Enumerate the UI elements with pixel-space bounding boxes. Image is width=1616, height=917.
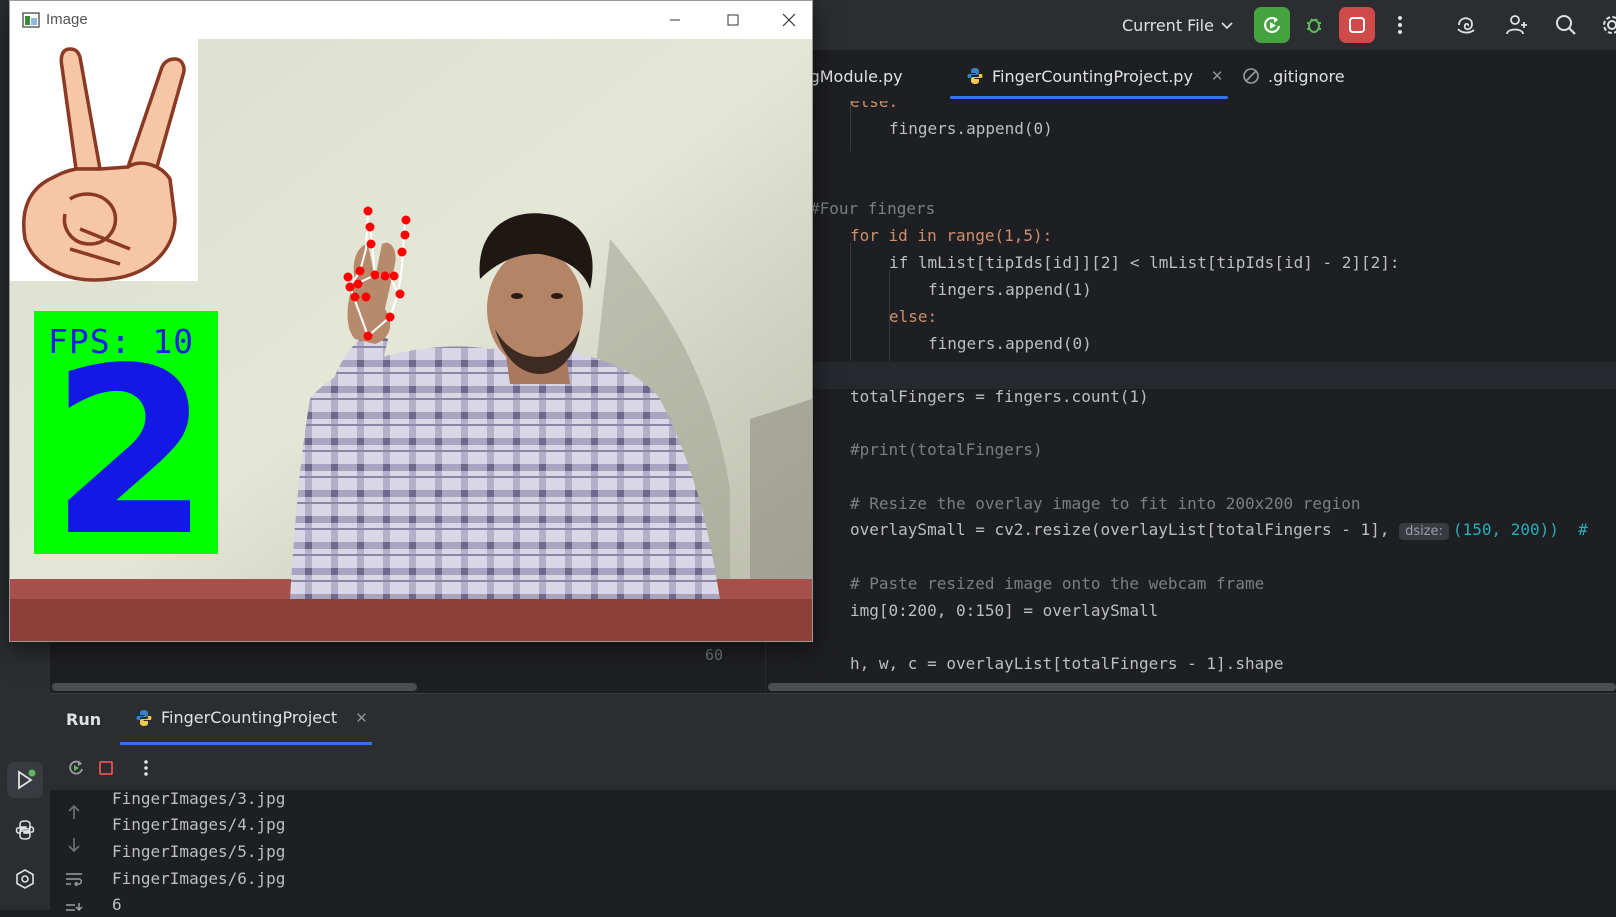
run-panel-header: Run FingerCountingProject ✕ xyxy=(50,694,1616,746)
inlay-parameter-hint: dsize: xyxy=(1399,523,1449,540)
add-user-button[interactable] xyxy=(1499,7,1535,43)
ignored-file-icon xyxy=(1243,68,1259,84)
arrow-down-icon xyxy=(68,838,80,853)
settings-icon xyxy=(1603,16,1616,34)
soft-wrap-icon xyxy=(66,873,82,887)
finger-count-value: 2 xyxy=(50,320,211,587)
opencv-image-window[interactable]: Image FPS: 10 2 xyxy=(9,0,813,642)
stop-icon xyxy=(99,761,113,775)
close-button[interactable] xyxy=(766,5,812,35)
ai-assistant-icon xyxy=(1457,17,1475,34)
packages-icon xyxy=(16,869,34,889)
settings-button[interactable] xyxy=(1594,7,1616,43)
more-actions-button[interactable] xyxy=(1382,7,1418,43)
close-tab-icon[interactable]: ✕ xyxy=(355,709,368,727)
code-line: fingers.append(1) xyxy=(928,280,1092,299)
rerun-icon xyxy=(1264,16,1281,33)
scroll-to-end-icon xyxy=(66,903,83,912)
console-line: FingerImages/6.jpg xyxy=(112,869,286,888)
code-line: if lmList[tipIds[id]][2] < lmList[tipIds… xyxy=(889,253,1400,272)
code-line: # Paste resized image onto the webcam fr… xyxy=(850,574,1265,593)
python-icon xyxy=(15,820,35,840)
more-actions-button[interactable] xyxy=(132,754,160,782)
app-icon xyxy=(22,12,40,28)
horizontal-scrollbar[interactable] xyxy=(52,683,417,691)
code-line: # Resize the overlay image to fit into 2… xyxy=(850,494,1361,513)
run-tab-label: FingerCountingProject xyxy=(161,708,338,727)
stop-icon xyxy=(1349,17,1365,33)
python-file-icon xyxy=(136,709,152,726)
code-line: totalFingers = fingers.count(1) xyxy=(850,387,1149,406)
maximize-icon xyxy=(727,14,739,26)
code-line: else: xyxy=(889,307,938,326)
ai-assistant-button[interactable] xyxy=(1449,7,1485,43)
code-line: #print(totalFingers) xyxy=(850,440,1043,459)
search-icon xyxy=(1556,15,1576,35)
horizontal-scrollbar[interactable] xyxy=(768,683,1616,691)
code-line: #Four fingers xyxy=(810,199,936,218)
stop-button[interactable] xyxy=(92,754,120,782)
tab-label: .gitignore xyxy=(1268,66,1345,86)
close-tab-icon[interactable]: ✕ xyxy=(1211,67,1224,85)
maximize-button[interactable] xyxy=(710,5,756,35)
code-segment: overlaySmall = cv2.resize(overlayList[to… xyxy=(850,520,1390,539)
active-tab-indicator xyxy=(120,742,372,745)
more-vertical-icon xyxy=(1398,16,1402,34)
run-tool-window: Run FingerCountingProject ✕ FingerImages… xyxy=(50,693,1616,914)
more-vertical-icon xyxy=(144,760,148,776)
webcam-frame: FPS: 10 2 xyxy=(10,39,812,641)
console-line: FingerImages/5.jpg xyxy=(112,842,286,861)
window-title: Image xyxy=(46,11,88,28)
console-line: 6 xyxy=(112,895,122,914)
rerun-button[interactable] xyxy=(62,754,90,782)
python-packages-button[interactable] xyxy=(7,862,43,898)
code-segment: (150, 200)) # xyxy=(1452,520,1588,539)
code-line: for id in range(1,5): xyxy=(850,226,1053,245)
rerun-button[interactable] xyxy=(1254,7,1290,43)
window-titlebar[interactable]: Image xyxy=(10,1,812,39)
code-area: else: fingers.append(0) #Four fingers fo… xyxy=(810,101,1616,691)
debug-button[interactable] xyxy=(1296,7,1332,43)
tab-finger-counting-project[interactable]: FingerCountingProject.py ✕ xyxy=(966,62,1224,90)
close-icon xyxy=(782,13,796,27)
code-line: fingers.append(0) xyxy=(889,119,1053,138)
add-user-icon xyxy=(1506,15,1527,35)
line-number: 60 xyxy=(704,646,723,664)
run-tool-icon xyxy=(18,769,36,790)
code-line: img[0:200, 0:150] = overlaySmall xyxy=(850,601,1159,620)
run-configuration-selector[interactable]: Current File xyxy=(1122,13,1234,37)
search-button[interactable] xyxy=(1548,7,1584,43)
python-file-icon xyxy=(967,68,983,84)
code-line: overlaySmall = cv2.resize(overlayList[to… xyxy=(850,516,1588,543)
run-panel-title: Run xyxy=(66,710,102,729)
console-line: FingerImages/4.jpg xyxy=(112,815,286,834)
tab-gitignore[interactable]: .gitignore xyxy=(1242,62,1345,90)
run-tool-button[interactable] xyxy=(7,762,43,798)
tab-label: FingerCountingProject.py xyxy=(992,66,1193,86)
minimize-icon xyxy=(670,19,680,21)
minimize-button[interactable] xyxy=(652,5,698,35)
soft-wrap-button[interactable] xyxy=(64,869,84,889)
console-line: FingerImages/3.jpg xyxy=(112,789,286,808)
active-tab-indicator xyxy=(950,96,1228,99)
chevron-down-icon xyxy=(1220,16,1234,35)
rerun-icon xyxy=(69,760,83,775)
run-configuration-label: Current File xyxy=(1122,15,1214,35)
arrow-up-icon xyxy=(68,804,80,819)
code-line: h, w, c = overlayList[totalFingers - 1].… xyxy=(850,654,1284,673)
run-toolbar xyxy=(50,746,1616,791)
stop-button[interactable] xyxy=(1339,7,1375,43)
python-console-button[interactable] xyxy=(7,812,43,848)
run-tab-finger-counting-project[interactable]: FingerCountingProject ✕ xyxy=(135,708,368,727)
code-line: fingers.append(0) xyxy=(928,334,1092,353)
scroll-down-button[interactable] xyxy=(64,835,84,855)
scroll-up-button[interactable] xyxy=(64,802,84,822)
code-line: else: xyxy=(850,101,899,111)
debug-icon xyxy=(1307,18,1321,33)
scroll-to-end-button[interactable] xyxy=(64,897,84,917)
